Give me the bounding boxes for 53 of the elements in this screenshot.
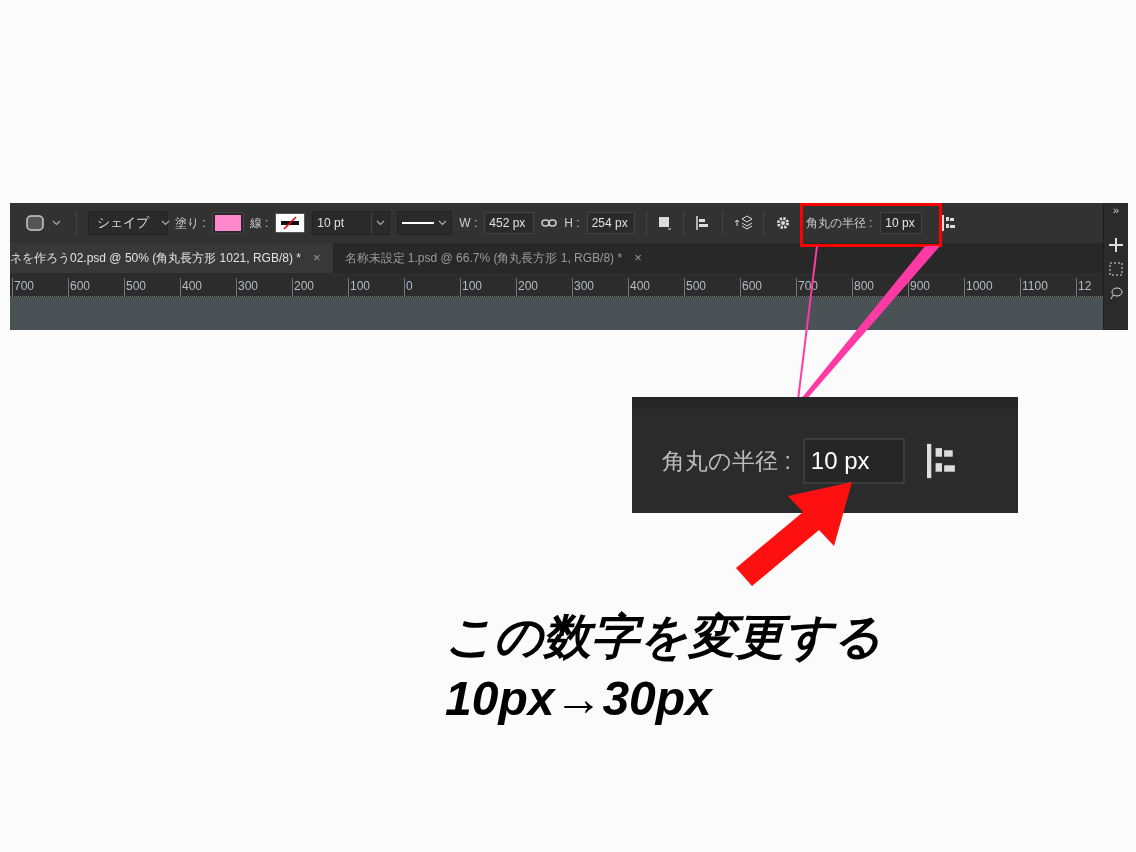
document-tab[interactable]: ネを作ろう02.psd @ 50% (角丸長方形 1021, RGB/8) * × [10,243,333,273]
width-label: W : [459,215,478,232]
ruler-label: 700 [12,278,68,296]
ruler-label: 200 [292,278,348,296]
caret-icon [438,220,448,226]
ruler-label: 300 [236,278,292,296]
ruler-label: 400 [628,278,684,296]
ruler-label: 1100 [1020,278,1076,296]
settings-icon[interactable] [774,215,791,231]
corner-radius-field: 10 px [802,438,905,484]
stroke-label: 線 : [249,215,269,232]
ruler-label: 100 [460,278,516,296]
caption-text: この数字を変更する [445,609,882,665]
ruler-label: 0 [404,278,460,296]
stroke-width-field[interactable]: 10 pt [312,211,391,235]
align-edges-icon[interactable] [942,214,957,232]
stroke-style-dropdown[interactable] [397,211,453,235]
ruler-label: 200 [516,278,572,296]
ruler-label: 300 [572,278,628,296]
lasso-tool-icon[interactable] [1109,286,1123,300]
caption-text: 10px→30px [445,671,714,727]
link-icon[interactable] [541,218,558,228]
height-label: H : [564,215,580,232]
ruler-label: 12 [1076,278,1094,296]
ruler-label: 400 [180,278,236,296]
stroke-swatch[interactable] [275,213,306,233]
fill-label: 塗り : [175,215,206,232]
path-alignment-icon[interactable] [694,215,711,231]
corner-radius-label: 角丸の半径 : [805,215,873,232]
ruler-label: 500 [124,278,180,296]
stack-layers-icon[interactable] [733,214,752,232]
height-field[interactable]: 254 px [586,212,635,234]
ruler-label: 500 [684,278,740,296]
ruler-label: 600 [68,278,124,296]
ruler-label: 1000 [964,278,1020,296]
corner-radius-label: 角丸の半径 : [662,446,791,476]
fill-swatch[interactable] [212,213,243,233]
close-tab-button[interactable]: × [312,248,321,268]
ruler-label: 600 [740,278,796,296]
arrow-icon [736,482,852,586]
caret-icon [376,220,386,226]
rounded-rectangle-icon [26,215,44,231]
expand-panel-button[interactable]: » [1112,204,1120,216]
caret-icon [161,220,170,226]
caret-icon [52,220,61,226]
ruler-label: 100 [348,278,404,296]
mode-dropdown[interactable]: シェイプ [88,211,168,235]
move-tool-icon[interactable] [1109,238,1123,252]
close-tab-button[interactable]: × [634,248,642,268]
width-field[interactable]: 452 px [484,212,535,234]
marquee-tool-icon[interactable] [1109,262,1123,276]
corner-radius-field[interactable]: 10 px [880,212,923,234]
path-operations-icon[interactable] [657,216,672,230]
